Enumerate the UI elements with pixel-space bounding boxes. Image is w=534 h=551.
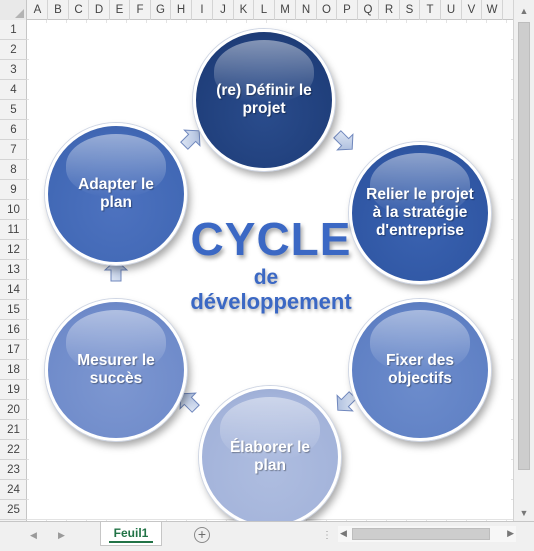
scroll-right-icon[interactable]: ▶: [507, 528, 514, 539]
diagram-title-sub[interactable]: développement: [161, 289, 381, 315]
horizontal-scrollbar[interactable]: ◀ ▶: [338, 526, 516, 542]
cycle-step-adapt-plan[interactable]: Adapter le plan: [45, 123, 187, 265]
horizontal-scroll-thumb[interactable]: [352, 528, 490, 540]
diagram-title-main[interactable]: CYCLE: [186, 214, 356, 264]
step-label: (re) Définir le projet: [216, 82, 312, 117]
add-sheet-button[interactable]: +: [194, 527, 210, 543]
cycle-step-measure-success[interactable]: Mesurer le succès: [45, 299, 187, 441]
tab-split-handle[interactable]: ⋮: [322, 530, 332, 541]
step-label: Mesurer le succès: [77, 352, 155, 387]
vertical-scrollbar[interactable]: ▲ ▼: [513, 0, 534, 521]
diagram-title-connector[interactable]: de: [226, 266, 306, 290]
sheet-tab-bar: ◀ ▶ Feuil1 + ⋮ ◀ ▶: [0, 521, 534, 551]
step-label: Fixer des objectifs: [385, 352, 455, 387]
cycle-step-link-strategy[interactable]: Relier le projet à la stratégie d'entrep…: [349, 142, 491, 284]
next-sheet-icon[interactable]: ▶: [58, 530, 65, 541]
cycle-step-build-plan[interactable]: Élaborer le plan: [199, 386, 341, 528]
step-label: Adapter le plan: [78, 176, 154, 211]
scroll-up-icon[interactable]: ▲: [519, 6, 529, 16]
cycle-step-set-objectives[interactable]: Fixer des objectifs: [349, 299, 491, 441]
cycle-step-define-project[interactable]: (re) Définir le projet: [193, 29, 335, 171]
prev-sheet-icon[interactable]: ◀: [30, 530, 37, 541]
vertical-scroll-thumb[interactable]: [518, 22, 530, 470]
scroll-down-icon[interactable]: ▼: [519, 508, 529, 518]
sheet-tab-feuil1[interactable]: Feuil1: [100, 522, 162, 546]
step-label: Élaborer le plan: [229, 439, 311, 474]
step-label: Relier le projet à la stratégie d'entrep…: [366, 186, 474, 239]
scroll-left-icon[interactable]: ◀: [340, 528, 347, 539]
arrow-1-2: [333, 130, 354, 151]
